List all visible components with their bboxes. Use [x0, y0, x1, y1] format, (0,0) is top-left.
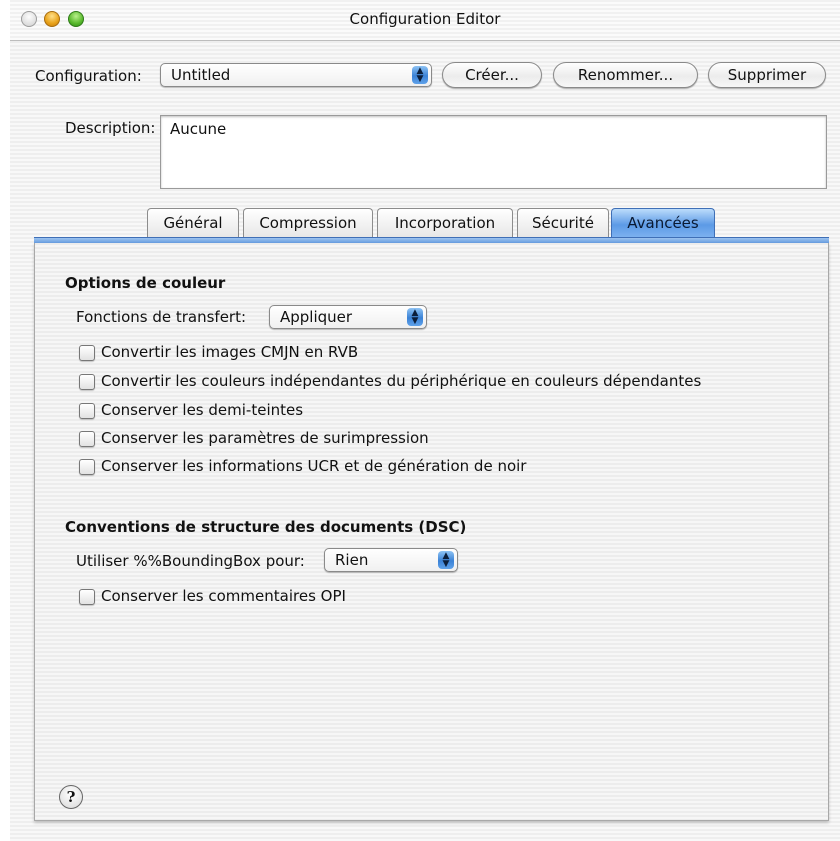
checkbox[interactable] [79, 403, 95, 419]
description-value: Aucune [170, 120, 227, 138]
tab-compression[interactable]: Compression [243, 208, 373, 238]
advanced-panel: Options de couleur Fonctions de transfer… [34, 243, 829, 821]
description-label: Description: [65, 119, 156, 137]
popup-arrows-icon: ▲ ▼ [412, 66, 428, 84]
popup-arrows-icon: ▲ ▼ [438, 551, 454, 569]
checkbox[interactable] [79, 374, 95, 390]
checkbox-label: Convertir les couleurs indépendantes du … [101, 372, 702, 390]
checkbox-label: Conserver les informations UCR et de gén… [101, 457, 527, 475]
boundingbox-value: Rien [335, 551, 369, 569]
boundingbox-label: Utiliser %%BoundingBox pour: [76, 552, 305, 570]
window-title: Configuration Editor [349, 10, 501, 28]
tab-securite[interactable]: Sécurité [517, 208, 609, 238]
boundingbox-popup[interactable]: Rien ▲ ▼ [324, 548, 458, 572]
help-button[interactable]: ? [59, 785, 83, 809]
checkbox[interactable] [79, 431, 95, 447]
color-options-title: Options de couleur [65, 274, 226, 292]
checkbox[interactable] [79, 345, 95, 361]
configuration-popup[interactable]: Untitled ▲ ▼ [160, 63, 432, 87]
tab-general[interactable]: Général [147, 208, 239, 238]
window-body: Configuration: Untitled ▲ ▼ Créer... Reno… [10, 41, 840, 841]
tab-incorporation[interactable]: Incorporation [377, 208, 513, 238]
checkbox-label: Conserver les paramètres de surimpressio… [101, 429, 429, 447]
transfer-functions-label: Fonctions de transfert: [76, 308, 247, 326]
popup-arrows-icon: ▲ ▼ [407, 308, 423, 326]
transfer-functions-popup[interactable]: Appliquer ▲ ▼ [269, 305, 427, 329]
configuration-label: Configuration: [35, 67, 142, 85]
transfer-functions-value: Appliquer [280, 308, 353, 326]
rename-button[interactable]: Renommer... [553, 62, 698, 88]
delete-button[interactable]: Supprimer [708, 62, 826, 88]
title-bar: Configuration Editor [10, 0, 840, 41]
create-button[interactable]: Créer... [442, 62, 542, 88]
checkbox-label: Convertir les images CMJN en RVB [101, 343, 359, 361]
dsc-title: Conventions de structure des documents (… [65, 518, 467, 536]
checkbox[interactable] [79, 589, 95, 605]
tab-avancees[interactable]: Avancées [611, 208, 715, 238]
description-field[interactable]: Aucune [160, 115, 827, 189]
checkbox-label: Conserver les commentaires OPI [101, 587, 346, 605]
checkbox[interactable] [79, 459, 95, 475]
checkbox-label: Conserver les demi-teintes [101, 401, 304, 419]
configuration-value: Untitled [171, 66, 231, 84]
